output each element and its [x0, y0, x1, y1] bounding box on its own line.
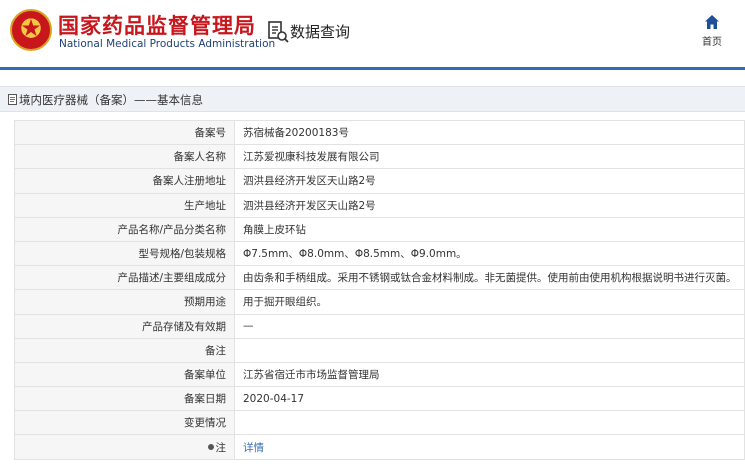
field-value: — — [234, 313, 745, 339]
note-label-cell: 注 — [14, 434, 235, 460]
table-row: 产品描述/主要组成成分 由齿条和手柄组成。采用不锈钢或钛合金材料制成。非无菌提供。… — [14, 265, 745, 291]
table-row: 备案日期 2020-04-17 — [14, 386, 745, 412]
record-table-container: 备案号 苏宿械备20200183号 备案人名称 江苏爱视康科技发展有限公司 备案人注册地… — [14, 119, 745, 460]
field-label: 备案单位 — [14, 361, 235, 388]
field-label: 型号规格/包装规格 — [14, 240, 235, 267]
field-value: Φ7.5mm、Φ8.0mm、Φ8.5mm、Φ9.0mm。 — [234, 240, 745, 267]
field-value: 用于掘开眼组织。 — [234, 289, 745, 315]
field-label: 产品存储及有效期 — [14, 313, 235, 339]
field-label: 备案人名称 — [14, 144, 235, 170]
table-row: 型号规格/包装规格 Φ7.5mm、Φ8.0mm、Φ8.5mm、Φ9.0mm。 — [14, 240, 745, 267]
table-row: 预期用途 用于掘开眼组织。 — [14, 289, 745, 315]
field-value — [234, 410, 745, 436]
data-query-icon — [268, 21, 289, 43]
field-label: 备注 — [14, 337, 235, 363]
table-row: 生产地址 泗洪县经济开发区天山路2号 — [14, 192, 745, 218]
note-value-cell: 详情 — [234, 434, 745, 460]
field-value — [234, 337, 745, 363]
field-label: 变更情况 — [14, 410, 235, 436]
section-title: 境内医疗器械（备案）——基本信息 — [19, 93, 203, 107]
table-row: 备案人名称 江苏爱视康科技发展有限公司 — [14, 144, 745, 170]
site-title-en: National Medical Products Administration — [59, 38, 276, 50]
field-value: 角膜上皮环钻 — [234, 216, 745, 242]
site-title-cn: 国家药品监督管理局 — [58, 14, 256, 38]
field-label: 备案日期 — [14, 386, 235, 412]
note-dot-icon — [207, 443, 214, 450]
home-label: 首页 — [702, 37, 722, 48]
table-row: 变更情况 — [14, 410, 745, 436]
national-emblem-icon — [10, 9, 52, 51]
detail-link[interactable]: 详情 — [243, 442, 264, 454]
field-value: 江苏爱视康科技发展有限公司 — [234, 144, 745, 170]
note-label: 注 — [215, 441, 227, 454]
table-row: 备案单位 江苏省宿迁市市场监督管理局 — [14, 361, 745, 388]
table-row: 备案人注册地址 泗洪县经济开发区天山路2号 — [14, 168, 745, 194]
field-value: 由齿条和手柄组成。采用不锈钢或钛合金材料制成。非无菌提供。使用前由使用机构根据说… — [234, 265, 745, 291]
field-value: 江苏省宿迁市市场监督管理局 — [234, 361, 745, 388]
site-header: 国家药品监督管理局 National Medical Products Admi… — [0, 0, 745, 70]
field-value: 苏宿械备20200183号 — [234, 119, 745, 146]
field-label: 备案号 — [14, 119, 235, 146]
table-row: 产品存储及有效期 — — [14, 313, 745, 339]
table-row: 注 详情 — [14, 434, 745, 460]
table-row: 产品名称/产品分类名称 角膜上皮环钻 — [14, 216, 745, 242]
home-button[interactable]: 首页 — [696, 14, 728, 54]
field-label: 备案人注册地址 — [14, 168, 235, 194]
field-label: 生产地址 — [14, 192, 235, 218]
field-value: 泗洪县经济开发区天山路2号 — [234, 192, 745, 218]
table-row: 备案号 苏宿械备20200183号 — [14, 119, 745, 146]
page-heading: 数据查询 — [290, 23, 351, 41]
document-icon — [8, 94, 17, 105]
field-label: 预期用途 — [14, 289, 235, 315]
section-header: 境内医疗器械（备案）——基本信息 — [0, 86, 745, 112]
field-label: 产品描述/主要组成成分 — [14, 265, 235, 291]
home-icon — [705, 15, 719, 29]
field-value: 2020-04-17 — [234, 386, 745, 412]
field-label: 产品名称/产品分类名称 — [14, 216, 235, 242]
table-row: 备注 — [14, 337, 745, 363]
record-detail-table: 备案号 苏宿械备20200183号 备案人名称 江苏爱视康科技发展有限公司 备案人注册地… — [14, 119, 745, 460]
field-value: 泗洪县经济开发区天山路2号 — [234, 168, 745, 194]
